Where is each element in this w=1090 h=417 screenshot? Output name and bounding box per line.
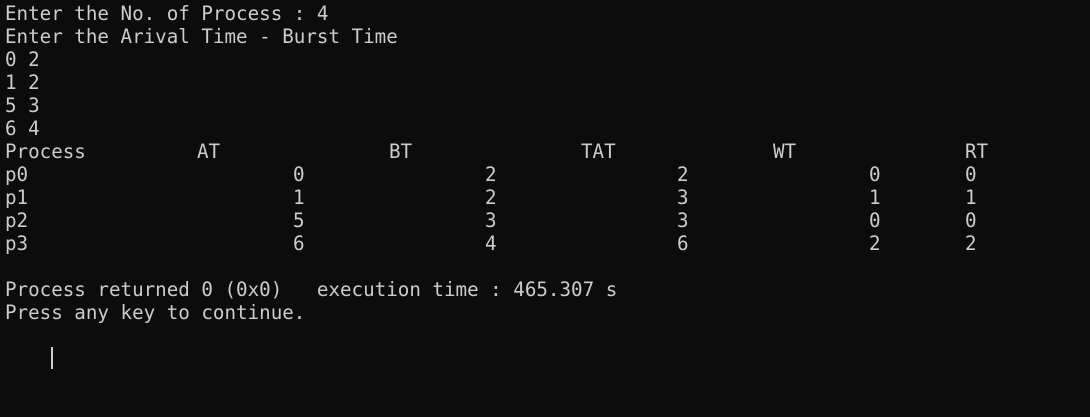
- cell-at: 5: [293, 209, 305, 232]
- input-line: 6 4: [5, 117, 40, 140]
- cell-at: 6: [293, 232, 305, 255]
- cell-bt: 2: [485, 163, 497, 186]
- cell-bt: 2: [485, 186, 497, 209]
- cell-process: p1: [5, 186, 29, 209]
- cell-wt: 1: [869, 186, 881, 209]
- process-status-line: Process returned 0 (0x0) execution time …: [5, 278, 618, 301]
- input-line: 5 3: [5, 94, 40, 117]
- cell-tat: 2: [677, 163, 689, 186]
- cell-at: 1: [293, 186, 305, 209]
- cell-wt: 2: [869, 232, 881, 255]
- continue-prompt: Press any key to continue.: [5, 301, 306, 324]
- header-bt: BT: [389, 140, 413, 163]
- prompt-arrival-burst: Enter the Arival Time - Burst Time: [5, 25, 398, 48]
- table-header-row: Process AT BT TAT WT RT: [5, 140, 1090, 163]
- cell-tat: 6: [677, 232, 689, 255]
- input-line: 0 2: [5, 48, 40, 71]
- header-wt: WT: [773, 140, 797, 163]
- input-line: 1 2: [5, 71, 40, 94]
- cell-wt: 0: [869, 209, 881, 232]
- cell-rt: 0: [965, 209, 977, 232]
- cell-at: 0: [293, 163, 305, 186]
- console-output[interactable]: Enter the No. of Process : 4 Enter the A…: [5, 2, 1090, 369]
- cell-process: p0: [5, 163, 29, 186]
- table-row: p2 5 3 3 0 0: [5, 209, 1090, 232]
- header-process: Process: [5, 140, 86, 163]
- cell-rt: 1: [965, 186, 977, 209]
- header-rt: RT: [965, 140, 989, 163]
- cell-rt: 0: [965, 163, 977, 186]
- cell-tat: 3: [677, 209, 689, 232]
- cell-bt: 4: [485, 232, 497, 255]
- cell-process: p3: [5, 232, 29, 255]
- cursor-line[interactable]: [5, 324, 1090, 369]
- cell-tat: 3: [677, 186, 689, 209]
- table-row: p1 1 2 3 1 1: [5, 186, 1090, 209]
- table-row: p3 6 4 6 2 2: [5, 232, 1090, 255]
- prompt-process-count: Enter the No. of Process : 4: [5, 2, 329, 25]
- cell-wt: 0: [869, 163, 881, 186]
- text-cursor-icon: [51, 347, 54, 369]
- cell-bt: 3: [485, 209, 497, 232]
- table-row: p0 0 2 2 0 0: [5, 163, 1090, 186]
- cell-rt: 2: [965, 232, 977, 255]
- header-at: AT: [197, 140, 221, 163]
- cell-process: p2: [5, 209, 29, 232]
- header-tat: TAT: [581, 140, 616, 163]
